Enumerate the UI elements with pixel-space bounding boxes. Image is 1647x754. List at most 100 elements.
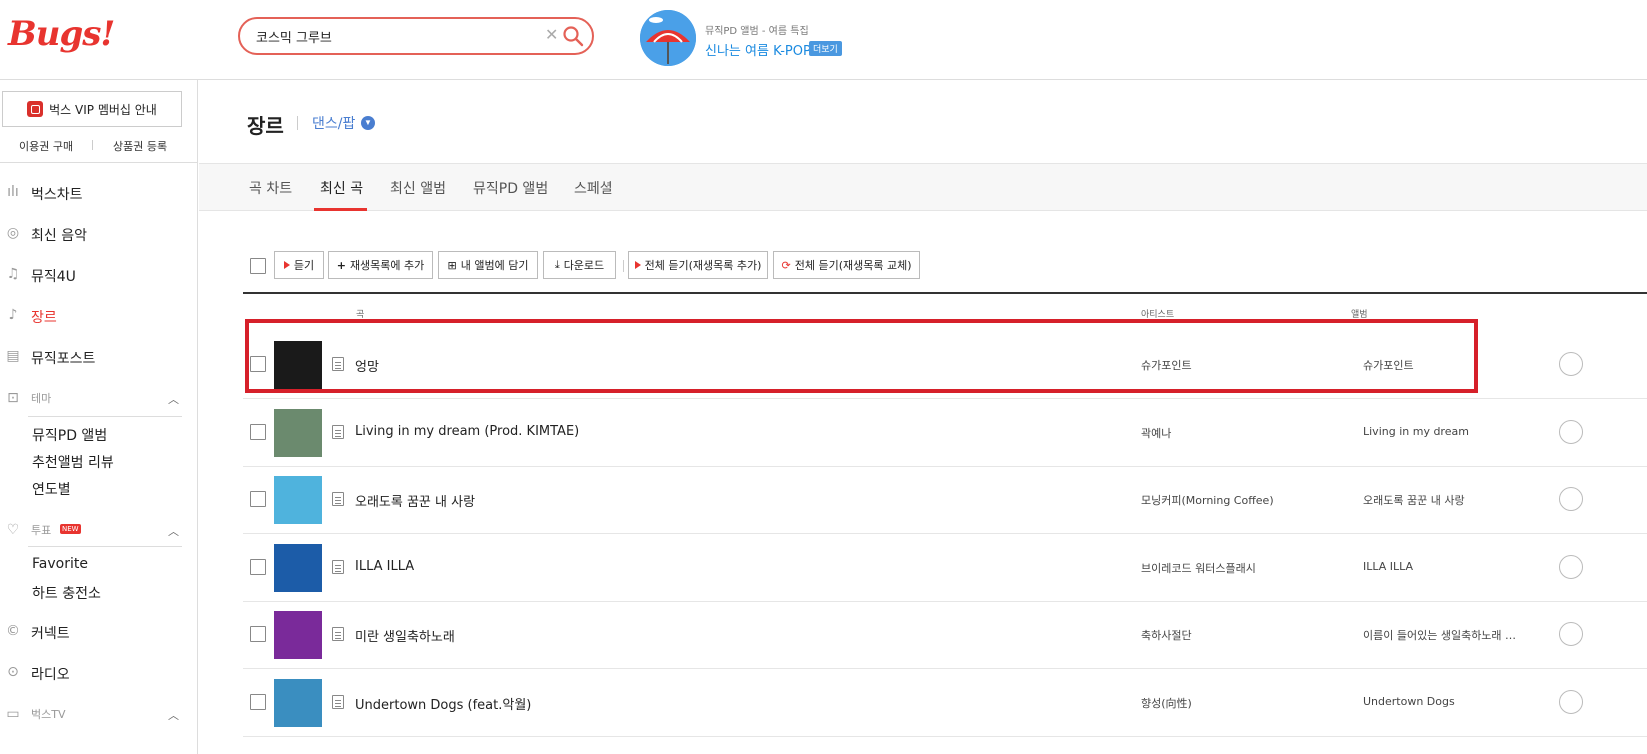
add-to-my-album-button[interactable]: ⊞ 내 앨범에 담기	[438, 251, 538, 279]
track-row[interactable]: Undertown Dogs (feat.악월) 향성(向性) Undertown …	[243, 669, 1647, 737]
album-cover[interactable]	[274, 409, 322, 457]
track-row[interactable]: 미란 생일축하노래 축하사절단 이름이 들어있는 생일축하노래 …	[243, 601, 1647, 669]
chart-icon: ılı	[7, 184, 19, 200]
theme-section-toggle[interactable]: ⊡ 테마 ︿	[0, 386, 198, 412]
lyrics-icon[interactable]	[332, 627, 344, 641]
nav-music4u[interactable]: ♫ 뮤직4U	[0, 262, 198, 288]
track-row[interactable]: ILLA ILLA 브이레코드 워터스플래시 ILLA ILLA	[243, 534, 1647, 602]
nav-music-post[interactable]: ▤ 뮤직포스트	[0, 344, 198, 370]
track-action-circle[interactable]	[1559, 420, 1583, 444]
track-album[interactable]: 오래도록 꿈꾼 내 사랑	[1363, 492, 1465, 508]
track-title[interactable]: 미란 생일축하노래	[355, 626, 455, 645]
nav-connect[interactable]: © 커넥트	[0, 619, 198, 645]
track-artist[interactable]: 축하사절단	[1141, 627, 1192, 643]
buy-pass-link[interactable]: 이용권 구매	[19, 138, 73, 154]
track-artist[interactable]: 곽예나	[1141, 425, 1171, 441]
track-album[interactable]: 이름이 들어있는 생일축하노래 …	[1363, 627, 1516, 643]
tab-special[interactable]: 스페셜	[574, 178, 613, 198]
nav-new-music[interactable]: ◎ 최신 음악	[0, 221, 198, 247]
theme-item-musicpd[interactable]: 뮤직PD 앨범	[32, 425, 107, 445]
plus-icon: +	[336, 258, 346, 272]
download-button[interactable]: ⤓ 다운로드	[543, 251, 616, 279]
button-label: 전체 듣기(재생목록 교체)	[794, 259, 912, 272]
promo-thumbnail[interactable]	[640, 10, 696, 66]
album-cover[interactable]	[274, 679, 322, 727]
track-album[interactable]: Undertown Dogs	[1363, 695, 1455, 708]
nav-label: 최신 음악	[31, 228, 87, 244]
nav-radio[interactable]: ⊙ 라디오	[0, 660, 198, 686]
heart-icon: ♡	[6, 522, 20, 538]
select-all-checkbox[interactable]	[250, 258, 266, 274]
play-all-add-button[interactable]: 전체 듣기(재생목록 추가)	[628, 251, 768, 279]
chevron-down-icon[interactable]: ▼	[361, 116, 375, 130]
track-checkbox[interactable]	[250, 626, 266, 642]
listen-button[interactable]: 듣기	[274, 251, 324, 279]
bugs-logo[interactable]: Bugs!	[8, 14, 115, 54]
new-badge: NEW	[60, 524, 81, 534]
vote-section-toggle[interactable]: ♡ 투표 NEW ︿	[0, 518, 198, 544]
tab-latest-albums[interactable]: 최신 앨범	[390, 178, 446, 198]
track-action-circle[interactable]	[1559, 690, 1583, 714]
lyrics-icon[interactable]	[332, 560, 344, 574]
track-action-circle[interactable]	[1559, 487, 1583, 511]
lyrics-icon[interactable]	[332, 695, 344, 709]
chevron-up-icon: ︿	[168, 709, 179, 722]
nav-label: 벅스TV	[31, 708, 66, 721]
search-icon[interactable]	[562, 25, 584, 47]
track-artist[interactable]: 모닝커피(Morning Coffee)	[1141, 492, 1274, 508]
search-input[interactable]	[256, 26, 536, 46]
voucher-link[interactable]: 상품권 등록	[113, 138, 167, 154]
lyrics-icon[interactable]	[332, 425, 344, 439]
tv-icon: ▭	[6, 706, 20, 722]
tab-bar: 곡 차트 최신 곡 최신 앨범 뮤직PD 앨범 스페셜	[199, 163, 1647, 211]
section-label: 투표	[31, 524, 52, 537]
vote-item-favorite[interactable]: Favorite	[32, 556, 88, 572]
theme-item-review[interactable]: 추천앨범 리뷰	[32, 452, 114, 472]
theme-item-yearly[interactable]: 연도별	[32, 479, 71, 499]
lyrics-icon[interactable]	[332, 492, 344, 506]
track-artist[interactable]: 브이레코드 워터스플래시	[1141, 560, 1256, 576]
track-title[interactable]: ILLA ILLA	[355, 559, 414, 574]
play-icon	[634, 261, 641, 269]
genre-selector[interactable]: 댄스/팝	[312, 113, 355, 133]
button-label: 내 앨범에 담기	[460, 259, 529, 272]
album-cover[interactable]	[274, 544, 322, 592]
track-action-circle[interactable]	[1559, 555, 1583, 579]
tab-latest-songs[interactable]: 최신 곡	[320, 178, 363, 198]
radio-icon: ⊙	[7, 664, 19, 680]
chevron-up-icon: ︿	[168, 525, 179, 538]
tab-musicpd-albums[interactable]: 뮤직PD 앨범	[473, 178, 548, 198]
clear-search-icon[interactable]: ✕	[545, 25, 558, 45]
track-album[interactable]: ILLA ILLA	[1363, 560, 1413, 573]
track-artist[interactable]: 향성(向性)	[1141, 695, 1192, 711]
track-album[interactable]: Living in my dream	[1363, 425, 1469, 438]
track-checkbox[interactable]	[250, 424, 266, 440]
page-title: 장르	[247, 114, 284, 138]
tab-song-chart[interactable]: 곡 차트	[249, 178, 292, 198]
track-row[interactable]: Living in my dream (Prod. KIMTAE) 곽예나 Livi…	[243, 399, 1647, 467]
nav-genre[interactable]: ♪ 장르	[0, 303, 198, 329]
promo-title-link[interactable]: 신나는 여름 K-POP	[705, 40, 811, 59]
promo-more-button[interactable]: 더보기	[809, 41, 842, 56]
track-checkbox[interactable]	[250, 694, 266, 710]
add-to-playlist-button[interactable]: + 재생목록에 추가	[328, 251, 433, 279]
action-toolbar: 듣기 + 재생목록에 추가 ⊞ 내 앨범에 담기 ⤓ 다운로드 전체 듣기(재생…	[199, 251, 1647, 281]
track-row[interactable]: 오래도록 꿈꾼 내 사랑 모닝커피(Morning Coffee) 오래도록 꿈꾼 …	[243, 466, 1647, 534]
track-action-circle[interactable]	[1559, 352, 1583, 376]
track-title[interactable]: Undertown Dogs (feat.악월)	[355, 694, 531, 713]
vote-item-heart[interactable]: 하트 충전소	[32, 583, 101, 603]
track-checkbox[interactable]	[250, 559, 266, 575]
album-cover[interactable]	[274, 611, 322, 659]
track-checkbox[interactable]	[250, 491, 266, 507]
nav-label: 라디오	[31, 667, 70, 683]
main-content: 장르 댄스/팝 ▼ 곡 차트 최신 곡 최신 앨범 뮤직PD 앨범 스페셜 듣기…	[199, 80, 1647, 754]
nav-bugstv[interactable]: ▭ 벅스TV ︿	[0, 702, 198, 728]
vip-membership-button[interactable]: 벅스 VIP 멤버십 안내	[2, 91, 182, 127]
selected-row-highlight	[245, 319, 1478, 393]
track-title[interactable]: Living in my dream (Prod. KIMTAE)	[355, 424, 579, 439]
track-title[interactable]: 오래도록 꿈꾼 내 사랑	[355, 491, 475, 510]
play-all-replace-button[interactable]: ⟳ 전체 듣기(재생목록 교체)	[773, 251, 920, 279]
track-action-circle[interactable]	[1559, 622, 1583, 646]
nav-bugs-chart[interactable]: ılı 벅스차트	[0, 180, 198, 206]
album-cover[interactable]	[274, 476, 322, 524]
